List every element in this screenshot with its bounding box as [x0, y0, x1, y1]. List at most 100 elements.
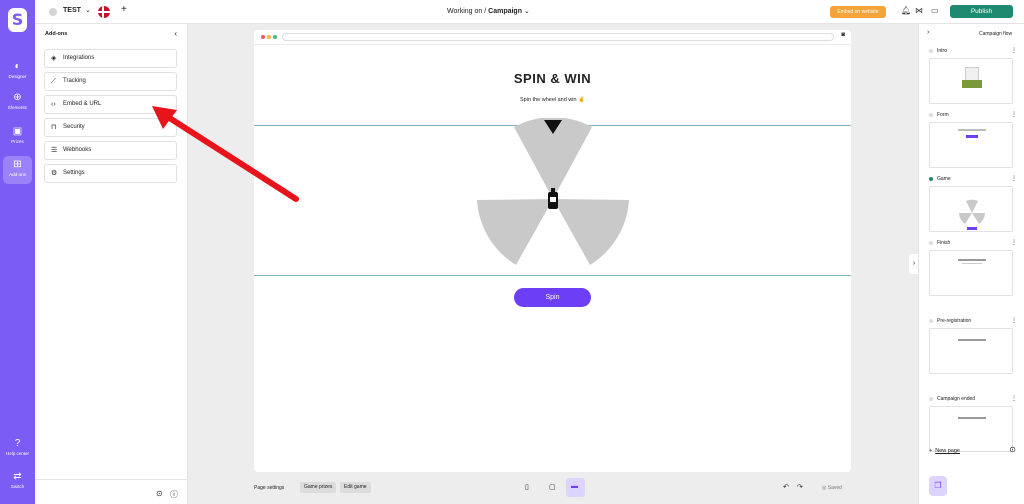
thumbnail-content	[958, 417, 986, 419]
gift-icon: ▣	[12, 126, 23, 137]
palette-icon: ◐	[14, 61, 21, 72]
page-thumbnail[interactable]	[929, 250, 1013, 296]
window-maximize-dot	[273, 35, 277, 39]
add-icon[interactable]: +	[121, 4, 127, 15]
question-icon: ?	[14, 438, 21, 449]
chevron-down-icon[interactable]: ⌄	[85, 6, 91, 14]
chevron-left-icon[interactable]: ‹	[174, 29, 177, 38]
spin-wheel[interactable]	[476, 118, 630, 268]
bell-icon[interactable]: 🔔︎	[901, 6, 911, 15]
thumbnail-content	[958, 129, 986, 131]
breadcrumb-separator: /	[484, 8, 487, 15]
page-thumbnail[interactable]	[929, 406, 1013, 452]
desktop-icon: ▬	[571, 483, 578, 490]
save-status: ◎ Saved	[822, 485, 842, 491]
mobile-icon[interactable]: ▯	[525, 483, 529, 491]
browser-bar: ◙	[254, 30, 851, 45]
new-page-link[interactable]: + New page	[929, 448, 960, 454]
plus-circle-icon: ⊕	[13, 92, 22, 103]
window-minimize-dot	[267, 35, 271, 39]
addon-label: Embed & URL	[63, 101, 102, 107]
rail-item-switch[interactable]: ⇄ Switch	[3, 468, 32, 496]
info-icon[interactable]: ⓘ	[170, 489, 178, 500]
addon-label: Settings	[63, 170, 85, 176]
left-rail: S ◐ Designer ⊕ Elements ▣ Prizes ⊞ Add-o…	[0, 0, 35, 504]
breadcrumb-current: Campaign	[488, 8, 522, 15]
code-icon: ‹›	[51, 101, 56, 108]
page-subline[interactable]: Spin the wheel and win ✌	[254, 97, 851, 103]
more-vertical-icon[interactable]: ⋮	[1011, 111, 1017, 118]
rail-label: Help center	[5, 451, 29, 456]
game-prizes-button[interactable]: Game prizes	[300, 482, 337, 493]
rail-item-elements[interactable]: ⊕ Elements	[3, 89, 32, 117]
undo-icon[interactable]: ↶	[783, 483, 789, 491]
play-circle-icon[interactable]: ⊙	[1009, 445, 1016, 454]
chevron-right-icon[interactable]: ›	[927, 29, 929, 36]
spin-button[interactable]: Spin	[514, 288, 591, 307]
flow-item-name: Finish	[937, 240, 951, 246]
rail-item-prizes[interactable]: ▣ Prizes	[3, 123, 32, 151]
addons-panel: Add-ons ‹ ◈ Integrations ⟋ Tracking ‹› E…	[35, 24, 188, 504]
more-vertical-icon[interactable]: ⋮	[1011, 47, 1017, 54]
plus-icon: +	[929, 448, 933, 454]
wheel-segment	[477, 199, 553, 265]
rail-item-addons[interactable]: ⊞ Add-ons	[3, 156, 32, 184]
page-headline[interactable]: SPIN & WIN	[254, 71, 851, 86]
switch-icon: ⇄	[13, 471, 22, 482]
check-circle-icon: ◎	[822, 485, 827, 491]
addon-label: Webhooks	[63, 147, 92, 153]
addon-item-webhooks[interactable]: ☰ Webhooks	[44, 141, 177, 160]
layers-icon: ◈	[51, 55, 57, 62]
flow-status-dot	[929, 49, 933, 53]
monitor-icon[interactable]: ▭	[931, 6, 939, 15]
page-thumbnail[interactable]	[929, 122, 1013, 168]
more-vertical-icon[interactable]: ⋮	[1011, 239, 1017, 246]
more-vertical-icon[interactable]: ⋮	[1011, 395, 1017, 402]
campaign-flow-panel: › Campaign flow Intro ⋮ Form ⋮ Game ⋮ Fi…	[918, 24, 1024, 504]
share-icon[interactable]: ⋈	[915, 6, 923, 15]
flow-item-name: Intro	[937, 48, 948, 54]
rail-item-designer[interactable]: ◐ Designer	[3, 58, 32, 86]
embed-on-website-button[interactable]: Embed on website	[830, 6, 886, 18]
rail-item-help[interactable]: ? Help center	[3, 435, 32, 463]
addon-item-embed-url[interactable]: ‹› Embed & URL	[44, 95, 177, 114]
flow-item-name: Campaign ended	[937, 396, 976, 402]
page-settings-link[interactable]: Page settings	[254, 485, 284, 491]
addon-label: Tracking	[63, 78, 86, 84]
addon-item-tracking[interactable]: ⟋ Tracking	[44, 72, 177, 91]
addon-item-security[interactable]: ⊓ Security	[44, 118, 177, 137]
breadcrumb-prefix: Working on	[447, 8, 483, 15]
flow-status-dot	[929, 241, 933, 245]
more-vertical-icon[interactable]: ⋮	[1011, 175, 1017, 182]
copy-icon[interactable]: ❐	[929, 476, 947, 496]
divider-bottom	[254, 275, 851, 276]
breadcrumb[interactable]: Working on / Campaign ⌄	[447, 7, 530, 15]
page-thumbnail[interactable]	[929, 328, 1013, 374]
play-circle-icon[interactable]: ⊙	[156, 489, 163, 498]
publish-button[interactable]: Publish	[950, 5, 1013, 18]
rail-label: Prizes	[11, 139, 24, 144]
rail-label: Elements	[8, 105, 27, 110]
addon-item-integrations[interactable]: ◈ Integrations	[44, 49, 177, 68]
project-name[interactable]: TEST	[63, 7, 81, 14]
camera-icon[interactable]: ◙	[841, 32, 845, 38]
wheel-segment	[553, 199, 629, 265]
flow-status-dot	[929, 319, 933, 323]
top-bar: TEST ⌄ + Working on / Campaign ⌄ Embed o…	[35, 0, 1024, 24]
addons-footer: ⊙ ⓘ	[35, 479, 188, 504]
addon-item-settings[interactable]: ⚙ Settings	[44, 164, 177, 183]
flow-status-dot	[929, 113, 933, 117]
new-page-label: New page	[935, 448, 960, 454]
edit-game-button[interactable]: Edit game	[340, 482, 371, 493]
flow-title: Campaign flow	[979, 31, 1013, 37]
chevron-down-icon: ⌄	[523, 8, 530, 15]
page-thumbnail[interactable]	[929, 58, 1013, 104]
app-logo[interactable]: S	[8, 8, 27, 32]
tablet-icon[interactable]: ▢	[549, 483, 556, 491]
language-flag-icon[interactable]	[98, 6, 110, 18]
page-thumbnail[interactable]	[929, 186, 1013, 232]
more-vertical-icon[interactable]: ⋮	[1011, 317, 1017, 324]
redo-icon[interactable]: ↷	[797, 483, 803, 491]
lock-icon: ⊓	[51, 124, 57, 131]
window-close-dot	[261, 35, 265, 39]
